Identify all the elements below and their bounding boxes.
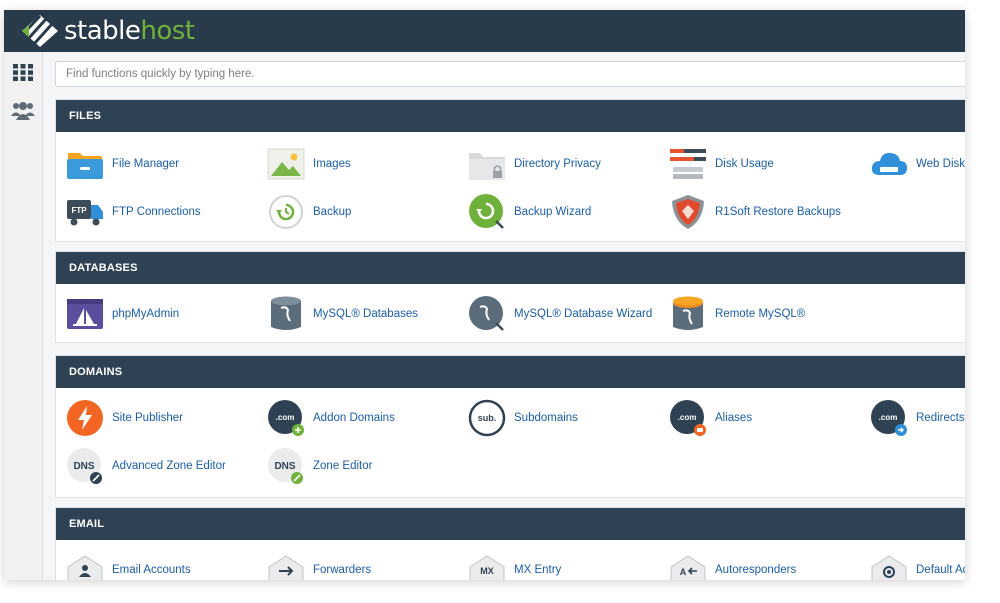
sidebar	[4, 52, 43, 580]
cloud-disk-icon	[870, 145, 908, 183]
mysql-databases-link[interactable]: MySQL® Databases	[267, 294, 418, 334]
zone-editor-link[interactable]: DNS Zone Editor	[267, 446, 372, 486]
redirects-link[interactable]: .com Redirects	[870, 398, 965, 438]
svg-text:.com: .com	[678, 413, 697, 422]
email-section-header[interactable]: EMAIL	[56, 508, 965, 540]
main-content: FILES File Manager Images	[46, 52, 965, 580]
stablehost-logo-icon	[22, 14, 58, 47]
forwarders-link[interactable]: Forwarders	[267, 550, 371, 580]
mysql-database-wizard-link[interactable]: MySQL® Database Wizard	[468, 294, 652, 334]
alias-domain-icon: .com	[669, 399, 707, 437]
domains-section-header[interactable]: DOMAINS	[56, 356, 965, 388]
svg-text:.com: .com	[879, 413, 898, 422]
backup-clock-icon	[267, 193, 305, 231]
r1soft-restore-link[interactable]: R1Soft Restore Backups	[669, 192, 841, 232]
phpmyadmin-icon	[66, 295, 104, 333]
addon-domains-link[interactable]: .com Addon Domains	[267, 398, 395, 438]
users-icon	[11, 102, 35, 120]
site-publisher-link[interactable]: Site Publisher	[66, 398, 183, 438]
ftp-truck-icon: FTP	[66, 193, 104, 231]
dns-zone-icon: DNS	[267, 447, 305, 485]
phpmyadmin-link[interactable]: phpMyAdmin	[66, 294, 179, 334]
files-section-header[interactable]: FILES	[56, 100, 965, 132]
database-wizard-icon	[468, 295, 506, 333]
mx-icon: MX	[468, 551, 506, 580]
remote-mysql-link[interactable]: Remote MySQL®	[669, 294, 805, 334]
forward-arrow-icon	[267, 551, 305, 580]
svg-text:sub.: sub.	[478, 413, 497, 423]
subdomain-icon: sub.	[468, 399, 506, 437]
databases-section: DATABASES phpMyAdmin MySQL® Databases My…	[55, 251, 965, 343]
users-button[interactable]	[11, 98, 35, 122]
mx-entry-link[interactable]: MX MX Entry	[468, 550, 561, 580]
ftp-connections-link[interactable]: FTP FTP Connections	[66, 192, 201, 232]
cpanel-window: stablehost Find functions quickly by typ…	[4, 10, 965, 580]
images-icon	[267, 145, 305, 183]
dns-advanced-icon: DNS	[66, 447, 104, 485]
databases-section-header[interactable]: DATABASES	[56, 252, 965, 284]
grid-icon	[13, 63, 33, 81]
folder-lock-icon	[468, 145, 506, 183]
advanced-zone-editor-link[interactable]: DNS Advanced Zone Editor	[66, 446, 226, 486]
remote-database-icon	[669, 295, 707, 333]
database-icon	[267, 295, 305, 333]
backup-wizard-link[interactable]: Backup Wizard	[468, 192, 591, 232]
home-grid-button[interactable]	[11, 60, 35, 84]
svg-text:FTP: FTP	[71, 206, 87, 215]
redirect-domain-icon: .com	[870, 399, 908, 437]
lightning-icon	[66, 399, 104, 437]
autoresponder-icon: A	[669, 551, 707, 580]
email-section: EMAIL Email Accounts Forwarders MX MX En…	[55, 507, 965, 580]
directory-privacy-link[interactable]: Directory Privacy	[468, 144, 601, 184]
images-link[interactable]: Images	[267, 144, 351, 184]
stablehost-logo[interactable]: stablehost	[20, 13, 195, 49]
disk-usage-icon	[669, 145, 707, 183]
backup-wizard-icon	[468, 193, 506, 231]
file-manager-link[interactable]: File Manager	[66, 144, 179, 184]
default-address-link[interactable]: Default Address	[870, 550, 965, 580]
email-accounts-link[interactable]: Email Accounts	[66, 550, 191, 580]
svg-text:A: A	[680, 567, 687, 577]
files-section: FILES File Manager Images Directory Priv…	[55, 99, 965, 242]
file-manager-icon	[66, 145, 104, 183]
autoresponders-link[interactable]: A Autoresponders	[669, 550, 796, 580]
svg-text:DNS: DNS	[274, 461, 295, 472]
top-bar: stablehost	[4, 10, 965, 52]
svg-text:.com: .com	[276, 413, 295, 422]
svg-text:MX: MX	[480, 566, 494, 576]
r1soft-shield-icon	[669, 193, 707, 231]
email-account-icon	[66, 551, 104, 580]
disk-usage-link[interactable]: Disk Usage	[669, 144, 774, 184]
aliases-link[interactable]: .com Aliases	[669, 398, 752, 438]
domains-section: DOMAINS Site Publisher .com Addon Domain…	[55, 355, 965, 498]
subdomains-link[interactable]: sub. Subdomains	[468, 398, 578, 438]
web-disk-link[interactable]: Web Disk	[870, 144, 965, 184]
svg-text:DNS: DNS	[73, 461, 94, 472]
backup-link[interactable]: Backup	[267, 192, 351, 232]
search-input[interactable]	[55, 61, 965, 87]
addon-domain-icon: .com	[267, 399, 305, 437]
at-sign-icon	[870, 551, 908, 580]
brand-name: stablehost	[64, 16, 195, 46]
